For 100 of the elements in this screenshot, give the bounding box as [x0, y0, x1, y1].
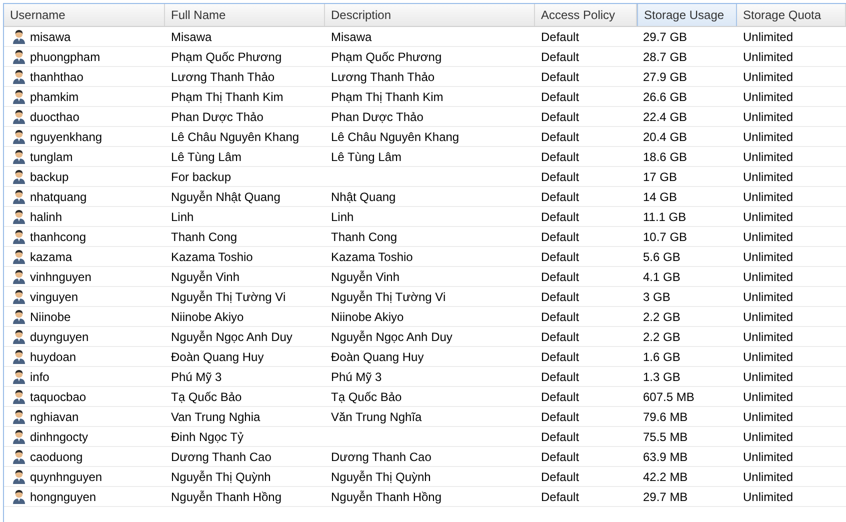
- user-icon: [12, 189, 26, 204]
- column-header[interactable]: Description: [325, 4, 535, 26]
- table-cell-text: Kazama Toshio: [170, 248, 254, 266]
- table-cell-text: 2.2 GB: [642, 308, 682, 326]
- username: backup: [30, 170, 69, 184]
- table-cell-text: 75.5 MB: [642, 428, 689, 446]
- user-icon: [12, 209, 26, 224]
- table-cell-text: Lương Thanh Thảo: [330, 68, 436, 86]
- table-cell-text: 26.6 GB: [642, 88, 688, 106]
- table-cell-text: Unlimited: [742, 328, 794, 346]
- username: phamkim: [30, 90, 79, 104]
- username: Niinobe: [30, 310, 71, 324]
- user-icon: [12, 489, 26, 504]
- table-cell-text: Phú Mỹ 3: [330, 368, 383, 386]
- username: nguyenkhang: [30, 130, 102, 144]
- column-header[interactable]: Full Name: [165, 4, 325, 26]
- table-cell-text: Unlimited: [742, 408, 794, 426]
- table-cell-text: Default: [540, 128, 580, 146]
- username: duynguyen: [30, 330, 89, 344]
- user-icon: [12, 89, 26, 104]
- table-cell-text: Phạm Thị Thanh Kim: [330, 88, 444, 106]
- table-cell-text: Unlimited: [742, 68, 794, 86]
- table-cell-text: Default: [540, 348, 580, 366]
- user-icon: [12, 309, 26, 324]
- table-cell-text: Unlimited: [742, 288, 794, 306]
- user-icon: [12, 449, 26, 464]
- username: misawa: [30, 30, 71, 44]
- table-cell-text: 20.4 GB: [642, 128, 688, 146]
- table-cell-text: Default: [540, 88, 580, 106]
- table-cell-text: Niinobe Akiyo: [330, 308, 405, 326]
- username: thanhthao: [30, 70, 84, 84]
- table-cell-text: Phạm Thị Thanh Kim: [170, 88, 284, 106]
- table-cell-text: Phạm Quốc Phương: [170, 48, 283, 66]
- column-header[interactable]: Storage Usage: [637, 4, 737, 26]
- table-cell-text: Default: [540, 268, 580, 286]
- table-cell-text: Lê Châu Nguyên Khang: [330, 128, 460, 146]
- user-icon: [12, 409, 26, 424]
- user-icon: [12, 149, 26, 164]
- table-cell-text: Tạ Quốc Bảo: [170, 388, 243, 406]
- user-icon: [12, 69, 26, 84]
- table-cell-text: Unlimited: [742, 268, 794, 286]
- table-cell-text: Unlimited: [742, 468, 794, 486]
- table-cell-text: 29.7 MB: [642, 488, 689, 506]
- table-cell-text: Default: [540, 28, 580, 46]
- user-icon: [12, 129, 26, 144]
- column-header[interactable]: Storage Quota: [737, 4, 846, 26]
- table-cell-text: Lê Tùng Lâm: [170, 148, 242, 166]
- table-cell-text: Default: [540, 448, 580, 466]
- table-cell-text: Lê Châu Nguyên Khang: [170, 128, 300, 146]
- table-cell-text: Nguyễn Nhật Quang: [170, 188, 282, 206]
- table-cell-text: 18.6 GB: [642, 148, 688, 166]
- table-cell-text: Unlimited: [742, 448, 794, 466]
- table-cell-text: Unlimited: [742, 248, 794, 266]
- table-cell-text: Thanh Cong: [170, 228, 238, 246]
- table-cell-text: Lê Tùng Lâm: [330, 148, 402, 166]
- table-cell-text: 607.5 MB: [642, 388, 696, 406]
- table-cell-text: Tạ Quốc Bảo: [330, 388, 403, 406]
- table-cell-text: Nguyễn Thanh Hồng: [330, 488, 443, 506]
- user-icon: [12, 329, 26, 344]
- user-icon: [12, 169, 26, 184]
- table-cell-text: Unlimited: [742, 428, 794, 446]
- username: taquocbao: [30, 390, 86, 404]
- table-cell-text: Unlimited: [742, 28, 794, 46]
- table-cell-text: Phạm Quốc Phương: [330, 48, 443, 66]
- table-cell-text: Default: [540, 228, 580, 246]
- username: caoduong: [30, 450, 83, 464]
- username: thanhcong: [30, 230, 86, 244]
- table-cell-text: 4.1 GB: [642, 268, 682, 286]
- table-cell-text: Default: [540, 468, 580, 486]
- table-cell-text: 10.7 GB: [642, 228, 688, 246]
- user-icon: [12, 109, 26, 124]
- table-cell-text: Default: [540, 428, 580, 446]
- table-cell-text: Default: [540, 208, 580, 226]
- table-cell-text: 79.6 MB: [642, 408, 689, 426]
- username: nghiavan: [30, 410, 79, 424]
- table-cell-text: Dương Thanh Cao: [330, 448, 432, 466]
- user-icon: [12, 49, 26, 64]
- username: info: [30, 370, 50, 384]
- table-cell-text: Nguyễn Vinh: [330, 268, 400, 286]
- table-cell-text: Phan Dược Thảo: [170, 108, 264, 126]
- table-cell-text: Đinh Ngọc Tỷ: [170, 428, 244, 446]
- column-header[interactable]: Username: [4, 4, 165, 26]
- table-cell-text: Unlimited: [742, 148, 794, 166]
- username: vinguyen: [30, 290, 78, 304]
- table-cell-text: Unlimited: [742, 228, 794, 246]
- table-cell-text: Default: [540, 368, 580, 386]
- table-cell-text: Van Trung Nghia: [170, 408, 262, 426]
- table-cell-text: Phan Dược Thảo: [330, 108, 424, 126]
- table-cell-text: Nguyễn Thanh Hồng: [170, 488, 283, 506]
- table-cell-text: Unlimited: [742, 108, 794, 126]
- user-icon: [12, 229, 26, 244]
- username: duocthao: [30, 110, 80, 124]
- table-cell-text: Nguyễn Vinh: [170, 268, 240, 286]
- table-cell-text: Nguyễn Thị Tường Vi: [170, 288, 287, 306]
- username: dinhngocty: [30, 430, 88, 444]
- table-cell-text: Unlimited: [742, 88, 794, 106]
- table-cell-text: Nguyễn Thị Tường Vi: [330, 288, 447, 306]
- table-cell-text: Unlimited: [742, 348, 794, 366]
- table-cell-text: For backup: [170, 168, 232, 186]
- user-icon: [12, 249, 26, 264]
